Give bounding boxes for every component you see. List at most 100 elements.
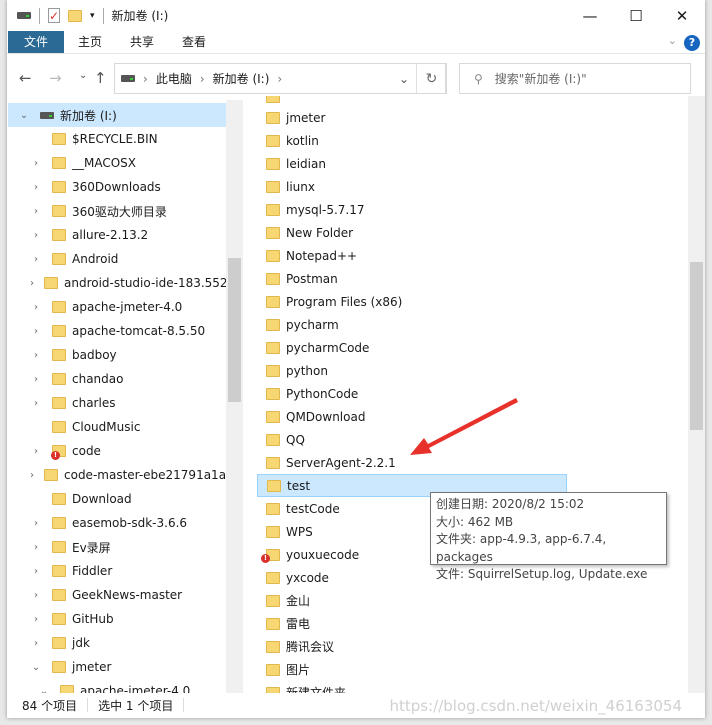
file-item[interactable]: 图片 <box>257 658 577 681</box>
folder-icon <box>266 157 280 170</box>
folder-icon <box>52 541 66 553</box>
refresh-button[interactable]: ↻ <box>416 63 447 94</box>
tree-item-root[interactable]: ⌄ 新加卷 (I:) <box>8 103 226 127</box>
file-item[interactable]: QQ <box>257 428 577 451</box>
chevron-right-icon[interactable]: › <box>30 638 42 649</box>
chevron-right-icon[interactable]: › <box>30 302 42 313</box>
tree-item[interactable]: › Android <box>8 247 226 271</box>
file-item[interactable]: liunx <box>257 175 577 198</box>
file-item[interactable]: leidian <box>257 152 577 175</box>
close-button[interactable]: ✕ <box>659 0 705 31</box>
tree-item[interactable]: › 360驱动大师目录 <box>8 199 226 223</box>
chevron-right-icon[interactable]: › <box>30 590 42 601</box>
chevron-right-icon[interactable]: › <box>30 446 42 457</box>
properties-icon[interactable]: ✓ <box>48 8 60 23</box>
up-button[interactable]: ↑ <box>94 69 107 87</box>
chevron-right-icon[interactable]: › <box>30 614 42 625</box>
file-item[interactable]: mysql-5.7.17 <box>257 198 577 221</box>
breadcrumb-volume[interactable]: 新加卷 (I:) <box>213 70 270 87</box>
tree-item[interactable]: › apache-jmeter-4.0 <box>8 295 226 319</box>
chevron-right-icon[interactable]: › <box>30 398 42 409</box>
chevron-right-icon[interactable]: › <box>30 566 42 577</box>
file-item[interactable]: python <box>257 359 577 382</box>
help-icon[interactable]: ? <box>684 35 700 51</box>
chevron-down-icon[interactable]: ⌄ <box>38 686 50 694</box>
file-item[interactable]: 腾讯会议 <box>257 635 577 658</box>
tree-item[interactable]: ›! code <box>8 439 226 463</box>
chevron-right-icon[interactable]: › <box>30 278 34 289</box>
minimize-button[interactable]: — <box>567 0 613 31</box>
chevron-right-icon[interactable]: › <box>30 470 34 481</box>
maximize-button[interactable]: ☐ <box>613 0 659 31</box>
file-item[interactable]: ServerAgent-2.2.1 <box>257 451 577 474</box>
tree-item[interactable]: › charles <box>8 391 226 415</box>
folder-icon <box>266 571 280 584</box>
file-item[interactable]: Notepad++ <box>257 244 577 267</box>
customize-qat-icon[interactable]: ▾ <box>90 11 95 21</box>
tree-item[interactable]: › jdk <box>8 631 226 655</box>
folder-icon <box>266 617 280 630</box>
chevron-right-icon[interactable]: › <box>30 230 42 241</box>
tree-item[interactable]: ›CloudMusic <box>8 415 226 439</box>
ribbon-tabs: 文件 主页 共享 查看 ⌄ ? <box>7 31 705 54</box>
file-item[interactable]: kotlin <box>257 129 577 152</box>
forward-button[interactable]: → <box>49 69 62 87</box>
expand-ribbon-icon[interactable]: ⌄ <box>668 34 677 47</box>
tree-item[interactable]: › apache-tomcat-8.5.50 <box>8 319 226 343</box>
back-button[interactable]: ← <box>19 69 32 87</box>
file-item[interactable]: pycharm <box>257 313 577 336</box>
tab-file[interactable]: 文件 <box>8 31 64 53</box>
folder-icon <box>52 301 66 313</box>
tree-item[interactable]: › GitHub <box>8 607 226 631</box>
breadcrumb-this-pc[interactable]: 此电脑 <box>156 70 192 87</box>
chevron-right-icon[interactable]: › <box>30 158 42 169</box>
tree-item[interactable]: ›Download <box>8 487 226 511</box>
file-item[interactable]: QMDownload <box>257 405 577 428</box>
nav-scrollbar[interactable] <box>226 100 243 693</box>
file-item[interactable]: Program Files (x86) <box>257 290 577 313</box>
file-item[interactable]: PythonCode <box>257 382 577 405</box>
chevron-right-icon[interactable]: › <box>30 182 42 193</box>
file-item[interactable]: 新建文件夹 <box>257 681 577 693</box>
folder-icon <box>52 181 66 193</box>
tree-item[interactable]: ›$RECYCLE.BIN <box>8 127 226 151</box>
folder-icon <box>266 410 280 423</box>
tab-home[interactable]: 主页 <box>64 31 116 53</box>
file-item[interactable]: 金山 <box>257 589 577 612</box>
chevron-right-icon[interactable]: › <box>30 326 42 337</box>
tree-item[interactable]: ⌄ jmeter <box>8 655 226 679</box>
file-item[interactable]: jmeter <box>257 106 577 129</box>
chevron-right-icon[interactable]: › <box>30 542 42 553</box>
tab-share[interactable]: 共享 <box>116 31 168 53</box>
tree-item[interactable]: ›android-studio-ide-183.5522156-windows <box>8 271 242 295</box>
tree-item[interactable]: › Ev录屏 <box>8 535 226 559</box>
search-input[interactable]: ⚲ 搜索"新加卷 (I:)" <box>459 63 691 94</box>
tree-item[interactable]: › easemob-sdk-3.6.6 <box>8 511 226 535</box>
chevron-right-icon[interactable]: › <box>30 206 42 217</box>
new-folder-icon[interactable] <box>68 9 82 22</box>
tree-item[interactable]: › GeekNews-master <box>8 583 226 607</box>
tree-item[interactable]: › badboy <box>8 343 226 367</box>
tree-item[interactable]: ⌄ apache-jmeter-4.0 <box>8 679 226 693</box>
address-bar[interactable]: › 此电脑 › 新加卷 (I:) › ⌄ <box>114 63 446 94</box>
chevron-right-icon[interactable]: › <box>30 350 42 361</box>
file-item[interactable]: pycharmCode <box>257 336 577 359</box>
tree-item[interactable]: › allure-2.13.2 <box>8 223 226 247</box>
tree-item[interactable]: › code-master-ebe21791a1a <box>8 463 226 487</box>
chevron-right-icon[interactable]: › <box>30 254 42 265</box>
chevron-right-icon[interactable]: › <box>30 518 42 529</box>
tree-item[interactable]: › chandao <box>8 367 226 391</box>
tab-view[interactable]: 查看 <box>168 31 220 53</box>
file-item[interactable]: 雷电 <box>257 612 577 635</box>
address-dropdown-icon[interactable]: ⌄ <box>399 72 409 86</box>
file-list-scrollbar[interactable] <box>688 96 705 693</box>
file-item[interactable]: New Folder <box>257 221 577 244</box>
tree-item[interactable]: › __MACOSX <box>8 151 226 175</box>
tree-item[interactable]: › Fiddler <box>8 559 226 583</box>
recent-locations-button[interactable]: ⌄ <box>79 70 87 81</box>
chevron-down-icon[interactable]: ⌄ <box>30 662 42 673</box>
chevron-right-icon[interactable]: › <box>30 374 42 385</box>
tree-item[interactable]: › 360Downloads <box>8 175 226 199</box>
file-item[interactable]: Postman <box>257 267 577 290</box>
navigation-bar: ← → ⌄ ↑ › 此电脑 › 新加卷 (I:) › ⌄ ↻ ⚲ 搜索"新加卷 … <box>7 60 705 96</box>
